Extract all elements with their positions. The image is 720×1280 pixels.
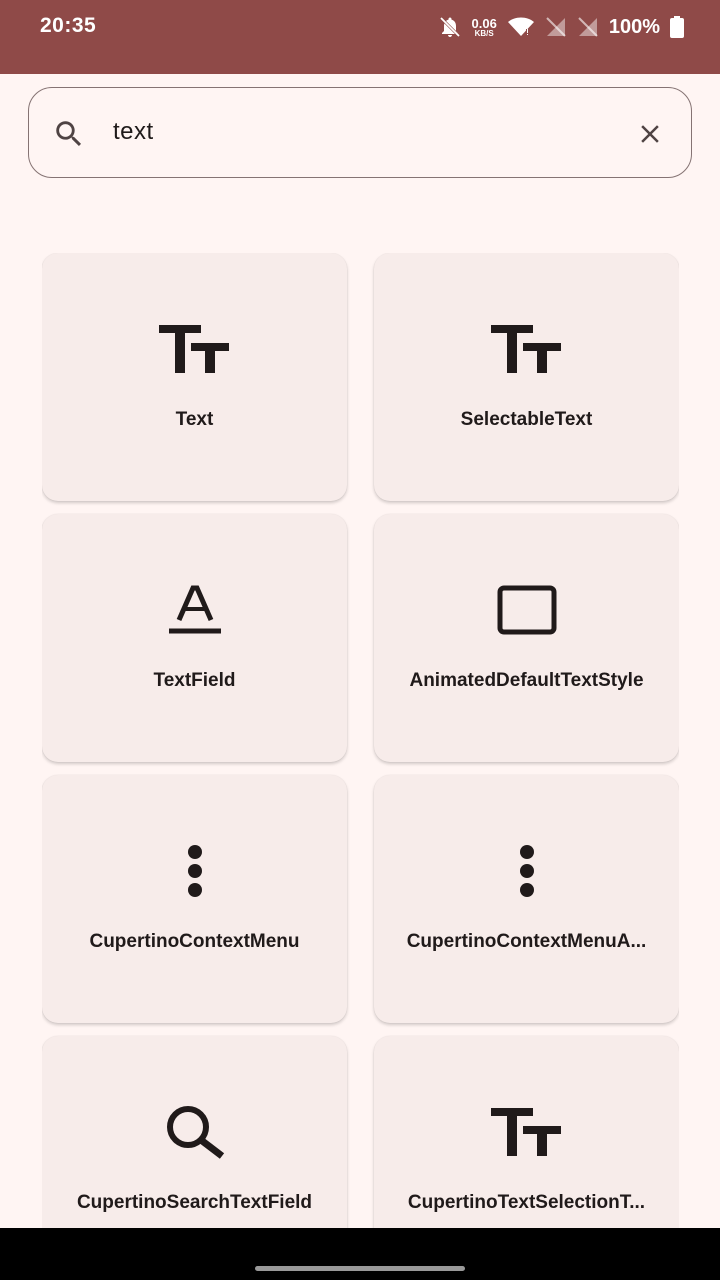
search-bar[interactable]: text <box>28 87 692 178</box>
status-bar: 20:35 0.06 KB/S 100% <box>0 0 720 74</box>
notifications-off-icon <box>438 15 462 39</box>
search-icon <box>52 117 86 156</box>
widget-card-animated-default-text-style[interactable]: AnimatedDefaultTextStyle <box>374 514 679 762</box>
widget-label: CupertinoContextMenuA... <box>406 931 647 952</box>
text-format-icon <box>42 570 347 650</box>
text-fields-icon <box>374 309 679 389</box>
network-speed: 0.06 KB/S <box>472 17 497 38</box>
network-speed-unit: KB/S <box>474 28 494 38</box>
battery-percent: 100% <box>608 15 660 38</box>
wifi-icon <box>507 15 535 39</box>
crop-square-icon <box>374 570 679 650</box>
widget-card-text[interactable]: Text <box>42 253 347 501</box>
close-icon[interactable] <box>635 119 665 149</box>
widget-label: CupertinoContextMenu <box>89 931 300 952</box>
network-speed-value: 0.06 <box>471 15 497 31</box>
widget-card-cupertino-context-menu-action[interactable]: CupertinoContextMenuA... <box>374 775 679 1023</box>
more-vert-icon <box>374 831 679 911</box>
no-sim-icon <box>545 16 567 38</box>
widget-card-cupertino-search-textfield[interactable]: CupertinoSearchTextField <box>42 1036 347 1228</box>
widget-label: CupertinoSearchTextField <box>76 1192 313 1213</box>
widget-label: Text <box>175 409 214 430</box>
widget-card-textfield[interactable]: TextField <box>42 514 347 762</box>
more-vert-icon <box>42 831 347 911</box>
battery-full-icon <box>670 16 684 38</box>
widget-card-selectable-text[interactable]: SelectableText <box>374 253 679 501</box>
home-gesture-handle[interactable] <box>255 1266 465 1271</box>
status-time: 20:35 <box>40 14 97 37</box>
no-sim-icon <box>577 16 599 38</box>
status-icons: 0.06 KB/S 100% <box>438 12 684 42</box>
widget-card-cupertino-text-selection-toolbar[interactable]: CupertinoTextSelectionT... <box>374 1036 679 1228</box>
search-icon <box>42 1092 347 1172</box>
widget-label: AnimatedDefaultTextStyle <box>409 670 644 691</box>
widget-label: SelectableText <box>460 409 593 430</box>
widget-grid: Text SelectableText TextField AnimatedDe… <box>42 253 679 1228</box>
search-input[interactable]: text <box>113 118 154 146</box>
widget-label: TextField <box>153 670 236 691</box>
widget-card-cupertino-context-menu[interactable]: CupertinoContextMenu <box>42 775 347 1023</box>
widget-label: CupertinoTextSelectionT... <box>407 1192 646 1213</box>
text-fields-icon <box>374 1092 679 1172</box>
text-fields-icon <box>42 309 347 389</box>
navigation-bar <box>0 1228 720 1280</box>
